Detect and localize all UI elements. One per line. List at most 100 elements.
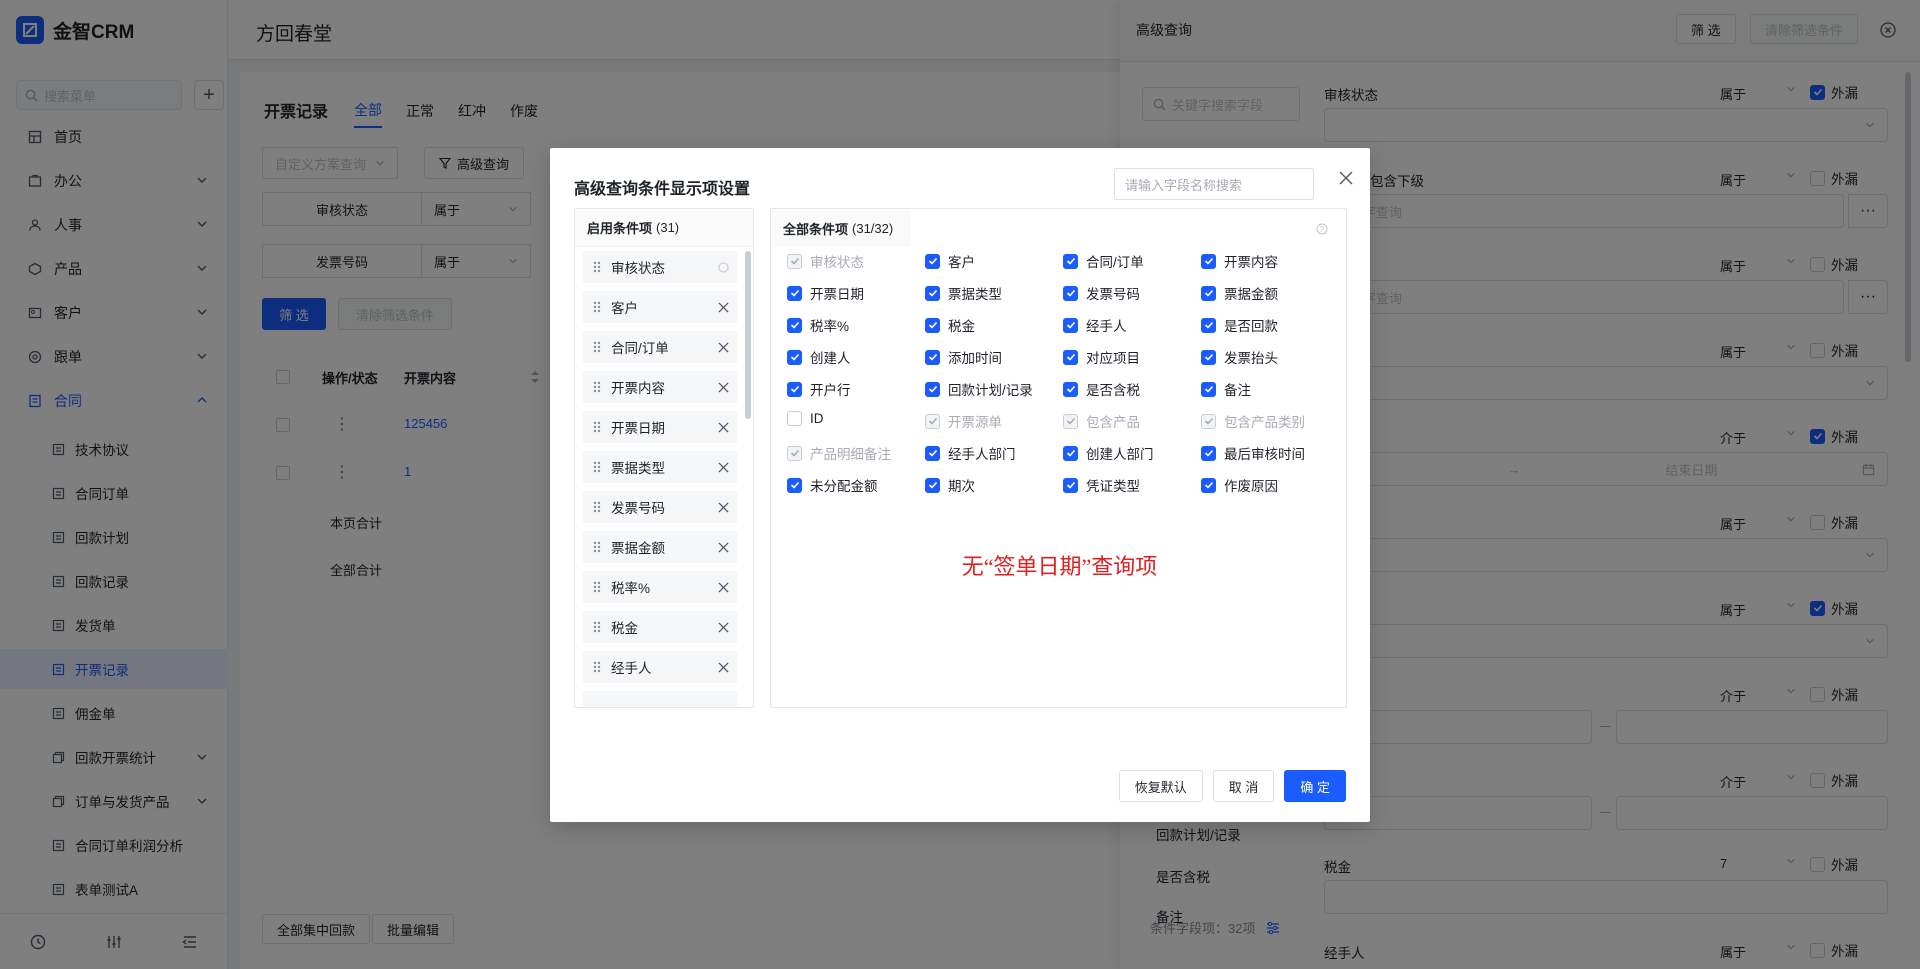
- field-name-search-input[interactable]: 请输入字段名称搜索: [1114, 168, 1314, 200]
- enabled-condition-item[interactable]: 客户: [583, 291, 737, 323]
- enabled-condition-item[interactable]: 审核状态: [583, 251, 737, 283]
- condition-option-checkbox[interactable]: 开票日期: [787, 283, 864, 303]
- enabled-list-scrollbar[interactable]: [745, 251, 751, 419]
- drag-handle-icon[interactable]: [583, 660, 611, 674]
- enabled-count: (31): [656, 220, 680, 235]
- confirm-button[interactable]: 确 定: [1284, 770, 1346, 802]
- condition-option-checkbox[interactable]: 税率%: [787, 315, 849, 335]
- condition-option-checkbox[interactable]: 是否回款: [1201, 315, 1278, 335]
- help-icon: [709, 261, 737, 273]
- condition-option-label: 客户: [948, 255, 975, 270]
- condition-option-checkbox[interactable]: 对应项目: [1063, 347, 1140, 367]
- enabled-condition-item[interactable]: 发票号码: [583, 491, 737, 523]
- condition-option-checkbox[interactable]: 经手人部门: [925, 443, 1016, 463]
- condition-option-label: 创建人: [810, 351, 851, 366]
- field-search-placeholder: 请输入字段名称搜索: [1125, 177, 1243, 193]
- enabled-condition-label: 客户: [611, 301, 638, 316]
- condition-option-checkbox[interactable]: ID: [787, 411, 824, 426]
- drag-handle-icon[interactable]: [583, 300, 611, 314]
- checkbox-checked-icon: [925, 349, 940, 365]
- enabled-condition-item[interactable]: 经手人: [583, 651, 737, 683]
- condition-option-checkbox[interactable]: 凭证类型: [1063, 475, 1140, 495]
- condition-option-checkbox[interactable]: 添加时间: [925, 347, 1002, 367]
- modal-title: 高级查询条件显示项设置: [574, 181, 751, 198]
- help-icon[interactable]: ?: [1316, 223, 1328, 235]
- remove-icon[interactable]: [709, 501, 737, 513]
- condition-option-label: 最后审核时间: [1224, 447, 1305, 462]
- condition-option-checkbox[interactable]: 合同/订单: [1063, 251, 1144, 271]
- drag-handle-icon[interactable]: [583, 540, 611, 554]
- checkbox-checked-icon: [1063, 381, 1078, 397]
- condition-option-label: 是否回款: [1224, 319, 1278, 334]
- condition-option-checkbox[interactable]: 期次: [925, 475, 975, 495]
- modal-close-button[interactable]: [1334, 166, 1358, 190]
- drag-handle-icon[interactable]: [583, 460, 611, 474]
- condition-option-checkbox[interactable]: 票据金额: [1201, 283, 1278, 303]
- condition-option-checkbox: 包含产品: [1063, 411, 1140, 431]
- condition-option-label: 经手人部门: [948, 447, 1016, 462]
- reset-default-button[interactable]: 恢复默认: [1118, 770, 1203, 802]
- drag-handle-icon[interactable]: [583, 500, 611, 514]
- condition-option-label: 期次: [948, 479, 975, 494]
- drag-handle-icon[interactable]: [583, 420, 611, 434]
- enabled-condition-item[interactable]: 税率%: [583, 571, 737, 603]
- condition-option-checkbox[interactable]: 税金: [925, 315, 975, 335]
- checkbox-disabled-checked-icon: [787, 253, 802, 269]
- condition-option-checkbox[interactable]: 经手人: [1063, 315, 1127, 335]
- condition-option-checkbox[interactable]: 最后审核时间: [1201, 443, 1305, 463]
- cancel-button[interactable]: 取 消: [1212, 770, 1275, 802]
- remove-icon[interactable]: [709, 461, 737, 473]
- condition-option-label: 备注: [1224, 383, 1251, 398]
- remove-icon[interactable]: [709, 661, 737, 673]
- drag-handle-icon[interactable]: [583, 340, 611, 354]
- remove-icon[interactable]: [709, 621, 737, 633]
- condition-option-checkbox[interactable]: 回款计划/记录: [925, 379, 1033, 399]
- condition-option-checkbox[interactable]: 开户行: [787, 379, 851, 399]
- enabled-condition-item[interactable]: 票据金额: [583, 531, 737, 563]
- remove-icon[interactable]: [709, 341, 737, 353]
- drag-handle-icon[interactable]: [583, 260, 611, 274]
- condition-option-label: 作废原因: [1224, 479, 1278, 494]
- enabled-condition-label: 开票日期: [611, 421, 665, 436]
- condition-option-checkbox[interactable]: 发票抬头: [1201, 347, 1278, 367]
- condition-option-checkbox: 开票源单: [925, 411, 1002, 431]
- condition-option-checkbox[interactable]: 备注: [1201, 379, 1251, 399]
- drag-handle-icon[interactable]: [583, 620, 611, 634]
- condition-option-label: 发票抬头: [1224, 351, 1278, 366]
- condition-option-checkbox[interactable]: 未分配金额: [787, 475, 878, 495]
- checkbox-checked-icon: [1201, 253, 1216, 269]
- remove-icon[interactable]: [709, 421, 737, 433]
- condition-option-checkbox: 包含产品类别: [1201, 411, 1305, 431]
- drag-handle-icon[interactable]: [583, 580, 611, 594]
- condition-option-checkbox[interactable]: 开票内容: [1201, 251, 1278, 271]
- remove-icon[interactable]: [709, 541, 737, 553]
- remove-icon[interactable]: [709, 301, 737, 313]
- condition-option-label: ID: [810, 411, 824, 426]
- checkbox-checked-icon: [787, 477, 802, 493]
- enabled-condition-label: 发票号码: [611, 501, 665, 516]
- condition-option-checkbox[interactable]: 作废原因: [1201, 475, 1278, 495]
- checkbox-checked-icon: [925, 285, 940, 301]
- drag-handle-icon[interactable]: [583, 380, 611, 394]
- condition-option-checkbox[interactable]: 发票号码: [1063, 283, 1140, 303]
- condition-option-label: 税率%: [810, 319, 850, 334]
- checkbox-checked-icon: [1201, 349, 1216, 365]
- enabled-condition-item[interactable]: 合同/订单: [583, 331, 737, 363]
- enabled-condition-item[interactable]: 开票日期: [583, 411, 737, 443]
- enabled-condition-item-partial[interactable]: [583, 691, 737, 707]
- remove-icon[interactable]: [709, 381, 737, 393]
- condition-option-checkbox[interactable]: 创建人: [787, 347, 851, 367]
- all-panel-header: 全部条件项 (31/32): [771, 209, 911, 247]
- enabled-condition-item[interactable]: 票据类型: [583, 451, 737, 483]
- condition-option-checkbox[interactable]: 客户: [925, 251, 975, 271]
- condition-option-checkbox[interactable]: 创建人部门: [1063, 443, 1154, 463]
- enabled-condition-item[interactable]: 税金: [583, 611, 737, 643]
- condition-option-label: 经手人: [1086, 319, 1127, 334]
- condition-option-label: 是否含税: [1086, 383, 1140, 398]
- condition-option-checkbox[interactable]: 是否含税: [1063, 379, 1140, 399]
- condition-option-label: 开票日期: [810, 287, 864, 302]
- enabled-condition-label: 票据金额: [611, 541, 665, 556]
- enabled-condition-item[interactable]: 开票内容: [583, 371, 737, 403]
- remove-icon[interactable]: [709, 581, 737, 593]
- condition-option-checkbox[interactable]: 票据类型: [925, 283, 1002, 303]
